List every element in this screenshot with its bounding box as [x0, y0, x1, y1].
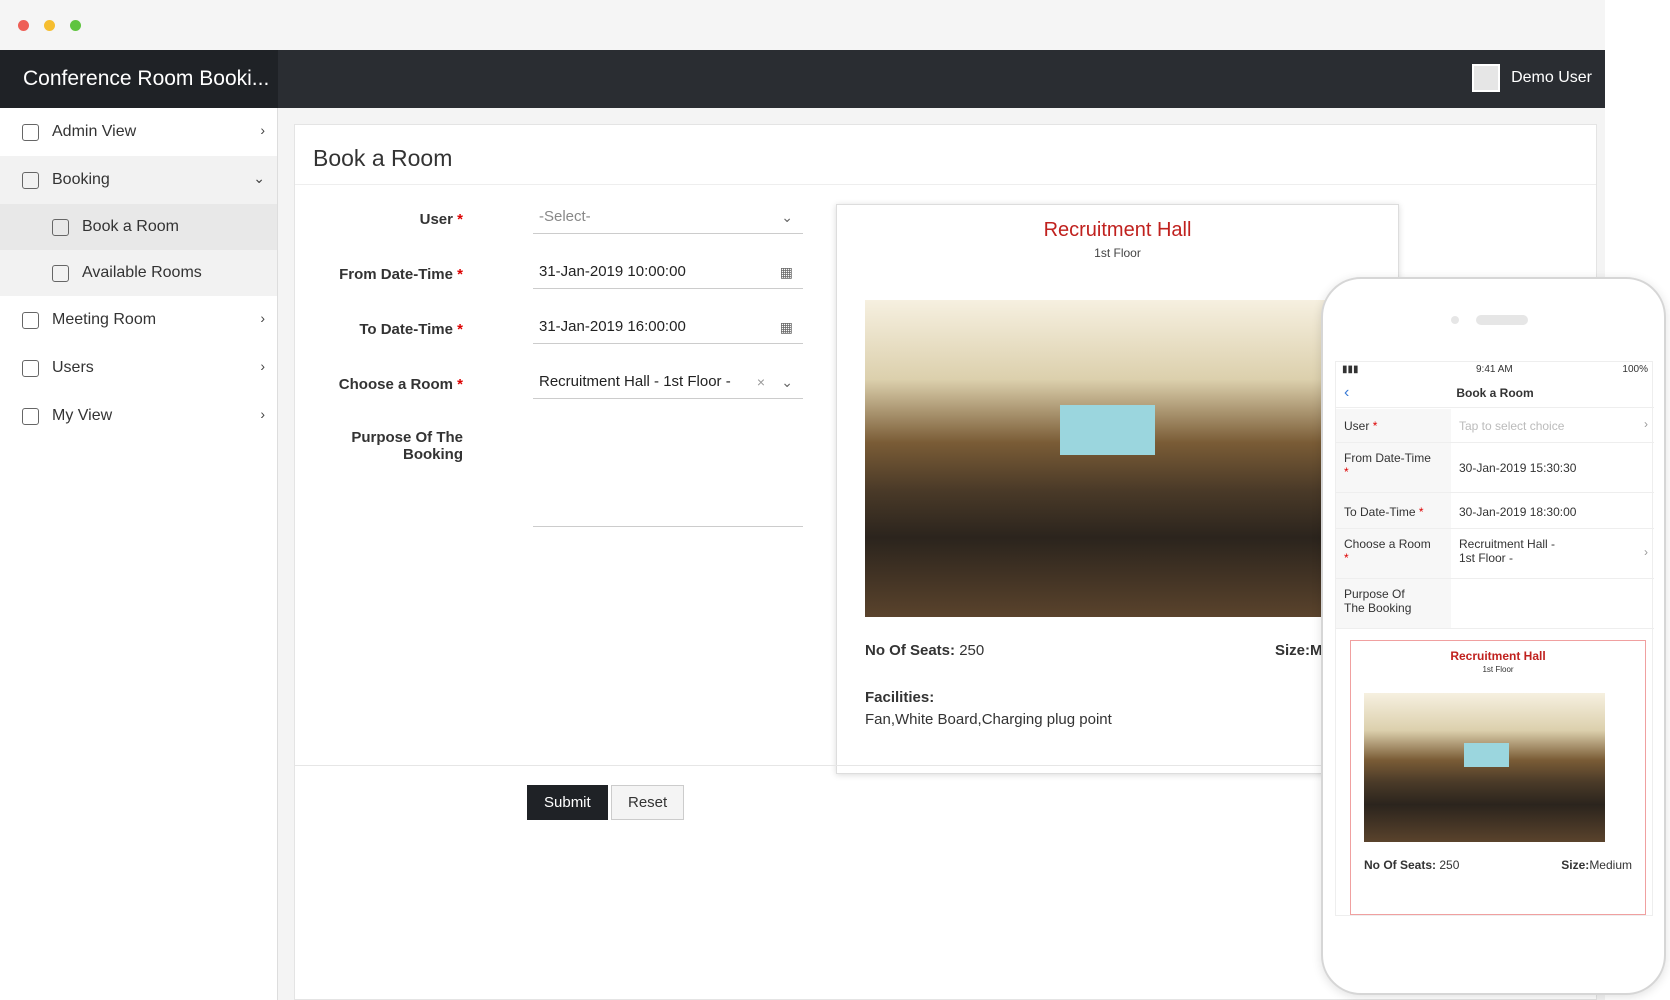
- sidebar-item-label: Booking: [52, 171, 110, 188]
- chevron-right-icon: ›: [260, 406, 265, 422]
- mobile-room-photo: [1364, 693, 1605, 842]
- users-icon: [22, 359, 39, 377]
- chevron-right-icon: ›: [1644, 545, 1648, 559]
- sidebar-item-meeting-room[interactable]: Meeting Room ›: [0, 296, 277, 344]
- chevron-right-icon: ›: [1644, 417, 1648, 431]
- door-icon: [52, 264, 69, 282]
- sidebar-item-label: Admin View: [52, 123, 137, 140]
- speaker-icon: [1476, 315, 1528, 325]
- from-date-input[interactable]: 31-Jan-2019 10:00:00 ▦: [533, 255, 803, 289]
- user-label: User *: [419, 211, 463, 228]
- chevron-down-icon: ⌄: [253, 170, 265, 186]
- chevron-down-icon: ⌄: [781, 209, 793, 225]
- from-date-label: From Date-Time *: [339, 266, 463, 283]
- camera-icon: [1451, 316, 1459, 324]
- chevron-right-icon: ›: [260, 358, 265, 374]
- chevron-right-icon: ›: [260, 310, 265, 326]
- sidebar-item-my-view[interactable]: My View ›: [0, 392, 277, 440]
- seats-info: No Of Seats: 250: [865, 642, 985, 659]
- status-bar: ▮▮▮ 9:41 AM 100%: [1342, 364, 1648, 375]
- sidebar-item-label: My View: [52, 407, 113, 424]
- sidebar-item-available-rooms[interactable]: Available Rooms: [0, 250, 277, 296]
- room-label: Choose a Room *: [338, 376, 463, 393]
- size-info: Size:M: [1275, 642, 1323, 659]
- mobile-screen: ▮▮▮ 9:41 AM 100% ‹ Book a Room User * Tap…: [1335, 361, 1654, 916]
- mobile-purpose-row[interactable]: Purpose Of The Booking: [1336, 579, 1654, 629]
- user-select[interactable]: -Select- ⌄: [533, 200, 803, 234]
- sidebar-item-label: Book a Room: [82, 218, 179, 235]
- mobile-user-row[interactable]: User * Tap to select choice ›: [1336, 409, 1654, 443]
- sidebar-item-label: Users: [52, 359, 94, 376]
- facilities-value: Fan,White Board,Charging plug point: [865, 711, 1112, 728]
- maximize-dot-icon[interactable]: [70, 19, 81, 31]
- calendar-icon[interactable]: ▦: [780, 319, 793, 336]
- mobile-room-row[interactable]: Choose a Room * Recruitment Hall -1st Floo…: [1336, 529, 1654, 579]
- mobile-phone-mockup: ▮▮▮ 9:41 AM 100% ‹ Book a Room User * Tap…: [1321, 277, 1666, 995]
- plus-square-icon: [22, 311, 39, 329]
- user-name: Demo User: [1511, 69, 1592, 86]
- back-arrow-icon[interactable]: ‹: [1344, 378, 1349, 408]
- room-photo: [865, 300, 1335, 617]
- facilities-label: Facilities:: [865, 689, 935, 706]
- book-room-icon: [52, 218, 69, 236]
- calendar-icon[interactable]: ▦: [780, 264, 793, 281]
- mobile-seats-info: No Of Seats: 250: [1364, 858, 1460, 872]
- window-chrome: [0, 0, 1605, 50]
- clear-icon[interactable]: ×: [757, 374, 765, 390]
- room-name: Recruitment Hall: [1043, 219, 1192, 241]
- mobile-room-name: Recruitment Hall: [1450, 649, 1546, 663]
- app-header: Conference Room Booki... Demo User: [0, 50, 1605, 108]
- page-title: Book a Room: [295, 125, 1596, 185]
- signal-icon: ▮▮▮: [1342, 364, 1359, 375]
- sidebar-item-booking[interactable]: Booking ⌄: [0, 156, 277, 204]
- mobile-room-card: Recruitment Hall 1st Floor No Of Seats: …: [1350, 640, 1646, 915]
- sidebar-item-admin-view[interactable]: Admin View ›: [0, 108, 277, 156]
- sidebar: Admin View › Booking ⌄ Book a Room Avail…: [0, 108, 278, 1000]
- room-preview-card: Recruitment Hall 1st Floor No Of Seats: …: [836, 204, 1399, 774]
- sidebar-item-users[interactable]: Users ›: [0, 344, 277, 392]
- avatar: [1472, 64, 1501, 92]
- sidebar-item-label: Available Rooms: [82, 264, 202, 281]
- mobile-room-floor: 1st Floor: [1482, 665, 1514, 674]
- mobile-to-row[interactable]: To Date-Time * 30-Jan-2019 18:30:00: [1336, 493, 1654, 529]
- mobile-from-row[interactable]: From Date-Time * 30-Jan-2019 15:30:30: [1336, 443, 1654, 493]
- user-menu[interactable]: Demo User: [1472, 64, 1592, 92]
- sidebar-item-book-a-room[interactable]: Book a Room: [0, 204, 277, 250]
- admin-user-icon: [22, 123, 39, 141]
- room-floor: 1st Floor: [1094, 246, 1141, 260]
- room-select[interactable]: Recruitment Hall - 1st Floor - × ⌄: [533, 365, 803, 399]
- app-title: Conference Room Booki...: [0, 50, 278, 108]
- sidebar-item-label: Meeting Room: [52, 311, 157, 328]
- to-date-input[interactable]: 31-Jan-2019 16:00:00 ▦: [533, 310, 803, 344]
- reset-button[interactable]: Reset: [611, 785, 685, 820]
- chevron-right-icon: ›: [260, 122, 265, 138]
- close-dot-icon[interactable]: [18, 19, 29, 31]
- submit-button[interactable]: Submit: [527, 785, 608, 820]
- mobile-title: ‹ Book a Room: [1336, 378, 1654, 408]
- battery-text: 100%: [1622, 364, 1648, 375]
- minimize-dot-icon[interactable]: [44, 19, 55, 31]
- purpose-textarea[interactable]: [533, 421, 803, 527]
- chevron-down-icon: ⌄: [781, 374, 793, 390]
- purpose-label: Purpose Of The Booking: [351, 429, 463, 463]
- mobile-size-info: Size:Medium: [1561, 858, 1632, 872]
- person-icon: [22, 407, 39, 425]
- booking-icon: [22, 171, 39, 189]
- to-date-label: To Date-Time *: [359, 321, 463, 338]
